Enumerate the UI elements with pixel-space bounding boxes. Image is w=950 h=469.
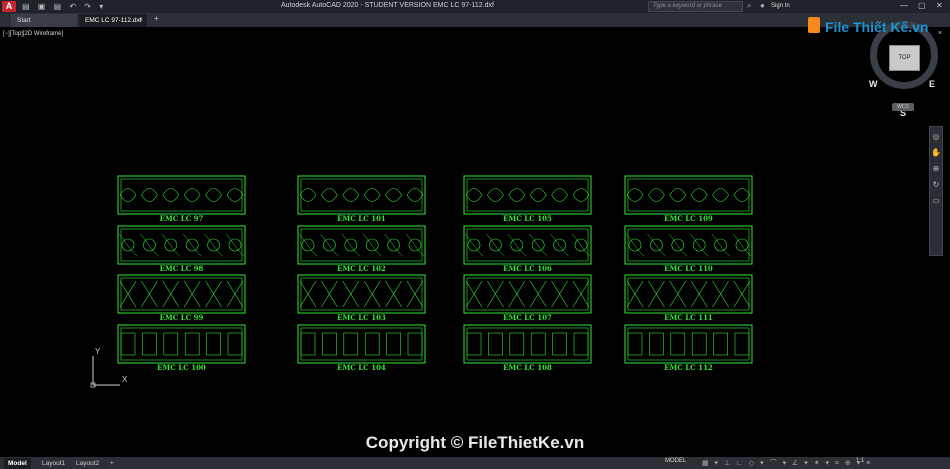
door-panel-block[interactable] bbox=[297, 175, 426, 215]
wcs-menu[interactable]: WCS bbox=[892, 103, 914, 111]
door-panel-block[interactable] bbox=[117, 274, 246, 314]
panel-label: EMC LC 97 bbox=[160, 214, 204, 223]
panel-label: EMC LC 101 bbox=[337, 214, 386, 223]
panel-label: EMC LC 106 bbox=[503, 264, 552, 273]
viewcube-top-face[interactable]: TOP bbox=[889, 45, 920, 71]
add-layout-button[interactable]: + bbox=[106, 458, 118, 469]
steering-wheel-icon[interactable]: ◎ bbox=[930, 131, 942, 143]
ucs-x-label: X bbox=[122, 375, 128, 384]
panel-label: EMC LC 104 bbox=[337, 363, 386, 372]
door-panel-block[interactable] bbox=[624, 175, 753, 215]
watermark-logo-icon bbox=[808, 17, 820, 33]
door-panel-block[interactable] bbox=[463, 324, 592, 364]
compass-east[interactable]: E bbox=[929, 79, 935, 89]
panel-label: EMC LC 99 bbox=[160, 313, 204, 322]
panel-label: EMC LC 105 bbox=[503, 214, 552, 223]
door-panel-block[interactable] bbox=[624, 225, 753, 265]
door-panel-block[interactable] bbox=[117, 324, 246, 364]
navigation-bar: ◎ ✋ ⊕ ↻ ▭ bbox=[929, 126, 943, 256]
door-panel-block[interactable] bbox=[463, 175, 592, 215]
panel-label: EMC LC 108 bbox=[503, 363, 552, 372]
door-panel-block[interactable] bbox=[117, 175, 246, 215]
copyright-watermark: Copyright © FileThietKe.vn bbox=[365, 433, 585, 452]
panel-label: EMC LC 102 bbox=[337, 264, 386, 273]
tab-model[interactable]: Model bbox=[4, 458, 31, 469]
door-panel-block[interactable] bbox=[624, 274, 753, 314]
panel-label: EMC LC 110 bbox=[664, 264, 713, 273]
showmotion-icon[interactable]: ▭ bbox=[930, 195, 942, 207]
door-panel-block[interactable] bbox=[297, 225, 426, 265]
tab-layout1[interactable]: Layout1 bbox=[38, 458, 69, 469]
door-panel-block[interactable] bbox=[117, 225, 246, 265]
model-space-toggle[interactable]: MODEL bbox=[665, 458, 686, 464]
ucs-icon bbox=[90, 356, 120, 388]
door-panel-block[interactable] bbox=[624, 324, 753, 364]
cad-drawing: EMC LC 97 EMC LC 98 EMC LC 99 EMC LC 100 EMC… bbox=[117, 175, 753, 372]
panel-label: EMC LC 112 bbox=[664, 363, 713, 372]
panel-label: EMC LC 103 bbox=[337, 313, 386, 322]
zoom-icon[interactable]: ⊕ bbox=[930, 163, 942, 175]
status-toggle-icons[interactable]: ▦ ▾ ⊥ ∟ ◇ ▾ ⌒ ▾ ∠ ▾ ✶ ▾ ⌗ ⊕ ▾ ≡ bbox=[702, 458, 872, 468]
door-panel-block[interactable] bbox=[463, 274, 592, 314]
watermark-brand: File Thiết Kế.vn bbox=[825, 19, 929, 35]
panel-label: EMC LC 107 bbox=[503, 313, 552, 322]
door-panel-block[interactable] bbox=[463, 225, 592, 265]
door-panel-block[interactable] bbox=[297, 274, 426, 314]
pan-icon[interactable]: ✋ bbox=[930, 147, 942, 159]
panel-label: EMC LC 111 bbox=[664, 313, 713, 322]
door-panel-block[interactable] bbox=[297, 324, 426, 364]
panel-label: EMC LC 109 bbox=[664, 214, 713, 223]
ucs-y-label: Y bbox=[95, 347, 101, 356]
orbit-icon[interactable]: ↻ bbox=[930, 179, 942, 191]
panel-label: EMC LC 98 bbox=[160, 264, 204, 273]
panel-label: EMC LC 100 bbox=[157, 363, 206, 372]
compass-west[interactable]: W bbox=[869, 79, 878, 89]
annotation-scale[interactable]: 1:1 bbox=[856, 458, 864, 464]
tab-layout2[interactable]: Layout2 bbox=[72, 458, 103, 469]
status-bar: Model Layout1 Layout2 + MODEL ▦ ▾ ⊥ ∟ ◇ … bbox=[0, 457, 950, 469]
